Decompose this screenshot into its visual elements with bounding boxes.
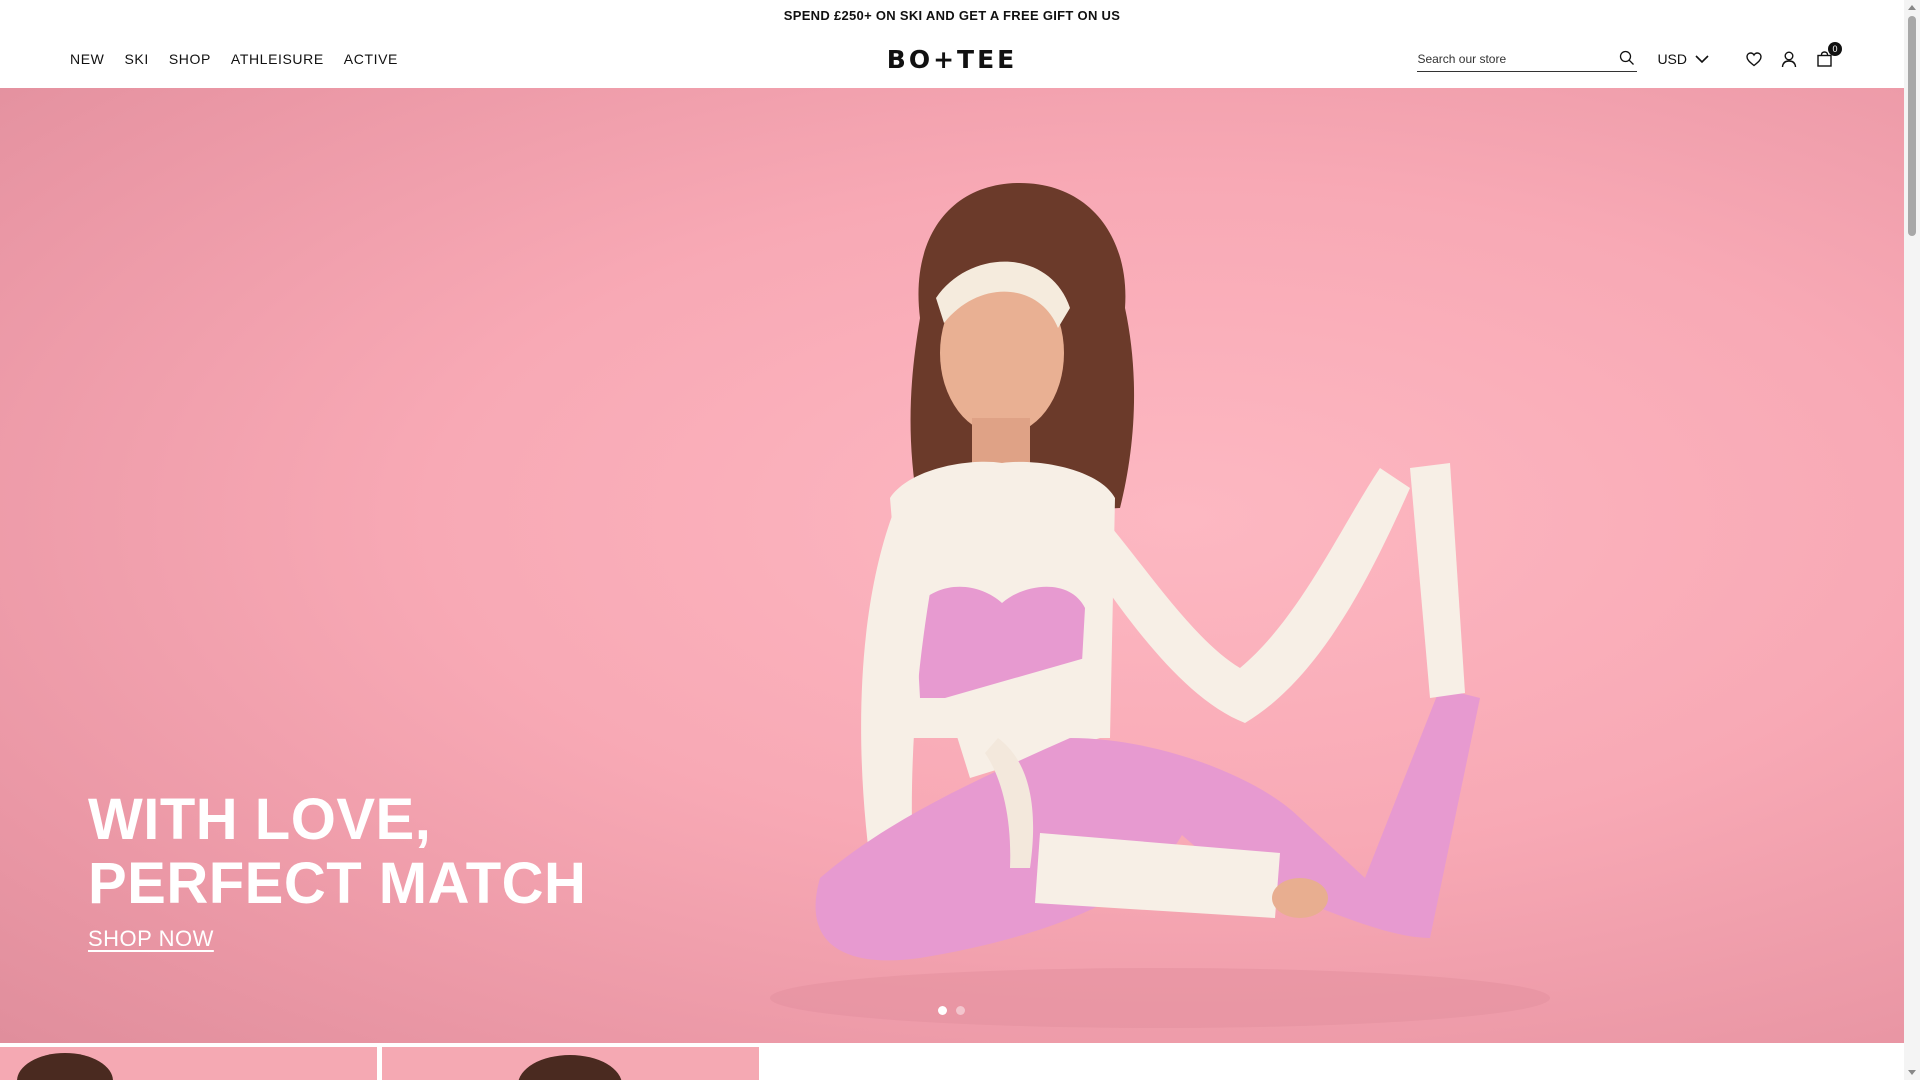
main-nav: NEW SKI SHOP ATHLEISURE ACTIVE [70,30,398,88]
wishlist-button[interactable] [1744,49,1764,69]
carousel-dots [938,1006,965,1015]
category-tile-1[interactable] [0,1047,377,1080]
currency-value: USD [1657,51,1687,67]
search-icon[interactable] [1619,50,1635,66]
search-input[interactable] [1417,47,1608,70]
brand-logo[interactable]: BO+TEE [887,30,1017,88]
category-tile-image-1 [17,1053,113,1080]
nav-item-ski[interactable]: SKI [124,51,148,67]
announcement-text: SPEND £250+ ON SKI AND GET A FREE GIFT O… [783,7,1121,23]
carousel-dot-2[interactable] [956,1006,965,1015]
category-tile-2[interactable] [382,1047,759,1080]
hero-banner[interactable]: WITH LOVE, PERFECT MATCH SHOP NOW [0,88,1904,1043]
scroll-down-arrow[interactable] [1908,1070,1916,1075]
shop-now-link[interactable]: SHOP NOW [88,926,214,952]
heart-icon [1746,51,1762,66]
hero-title-line1: WITH LOVE, [88,787,432,852]
hero-title: WITH LOVE, PERFECT MATCH [88,788,586,916]
nav-item-shop[interactable]: SHOP [169,51,211,67]
brand-logo-text: BO+TEE [886,44,1018,74]
nav-item-athleisure[interactable]: ATHLEISURE [231,51,324,67]
category-tiles [0,1047,760,1080]
announcement-bar: SPEND £250+ ON SKI AND GET A FREE GIFT O… [0,0,1904,30]
site-header: NEW SKI SHOP ATHLEISURE ACTIVE BO+TEE US… [0,30,1904,88]
cart-count-badge: 0 [1828,42,1842,56]
hero-title-line2: PERFECT MATCH [88,851,587,916]
carousel-dot-1[interactable] [938,1006,947,1015]
search-box [1417,46,1638,72]
account-button[interactable] [1779,49,1799,69]
category-tile-image-2 [518,1055,622,1080]
nav-item-new[interactable]: NEW [70,51,104,67]
currency-selector[interactable]: USD [1657,51,1709,67]
page-scrollbar[interactable] [1904,0,1920,1080]
nav-item-active[interactable]: ACTIVE [344,51,398,67]
header-tools: USD 0 [1417,30,1842,88]
hero-model-image [770,183,1550,1028]
scroll-up-arrow[interactable] [1908,5,1916,10]
scroll-thumb[interactable] [1908,16,1916,236]
chevron-down-icon [1695,54,1709,63]
cart-button[interactable]: 0 [1814,42,1842,69]
user-icon [1781,51,1797,67]
